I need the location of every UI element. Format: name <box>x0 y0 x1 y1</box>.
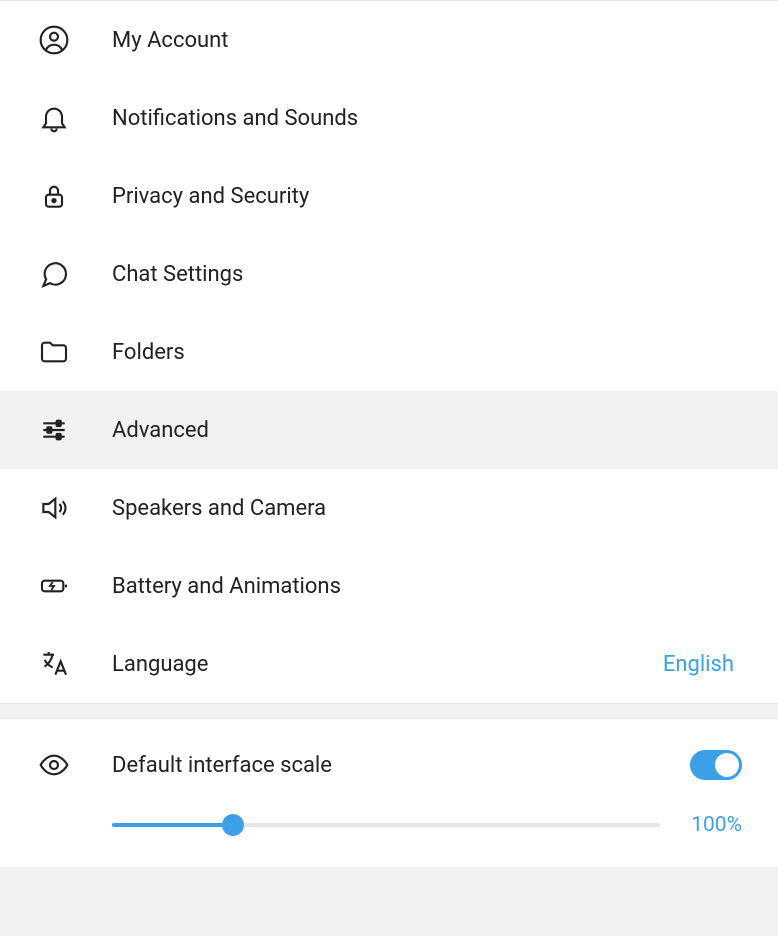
interface-scale-section: Default interface scale 100% <box>0 719 778 867</box>
speaker-icon <box>36 490 72 526</box>
item-label: Notifications and Sounds <box>112 106 742 131</box>
scale-toggle[interactable] <box>690 750 742 780</box>
settings-item-advanced[interactable]: Advanced <box>0 391 778 469</box>
eye-icon <box>36 747 72 783</box>
section-divider <box>0 703 778 719</box>
settings-item-speakers[interactable]: Speakers and Camera <box>0 469 778 547</box>
folder-icon <box>36 334 72 370</box>
account-icon <box>36 22 72 58</box>
slider-track <box>112 823 660 827</box>
scale-header-row: Default interface scale <box>36 741 742 789</box>
item-label: Advanced <box>112 418 742 443</box>
item-label: Battery and Animations <box>112 574 742 599</box>
settings-item-notifications[interactable]: Notifications and Sounds <box>0 79 778 157</box>
scale-slider-row: 100% <box>112 813 742 837</box>
language-value: English <box>663 652 734 677</box>
settings-item-battery[interactable]: Battery and Animations <box>0 547 778 625</box>
item-label: Privacy and Security <box>112 184 742 209</box>
item-label: Chat Settings <box>112 262 742 287</box>
settings-item-language[interactable]: Language English <box>0 625 778 703</box>
settings-item-privacy[interactable]: Privacy and Security <box>0 157 778 235</box>
item-label: Speakers and Camera <box>112 496 742 521</box>
battery-icon <box>36 568 72 604</box>
scale-value: 100% <box>684 813 742 837</box>
settings-item-my-account[interactable]: My Account <box>0 1 778 79</box>
settings-panel: My Account Notifications and Sounds Priv… <box>0 0 778 867</box>
item-label: Folders <box>112 340 742 365</box>
bell-icon <box>36 100 72 136</box>
settings-item-folders[interactable]: Folders <box>0 313 778 391</box>
scale-label: Default interface scale <box>112 753 690 778</box>
sliders-icon <box>36 412 72 448</box>
settings-list: My Account Notifications and Sounds Priv… <box>0 1 778 703</box>
settings-item-chat[interactable]: Chat Settings <box>0 235 778 313</box>
slider-fill <box>112 823 233 827</box>
chat-icon <box>36 256 72 292</box>
slider-thumb[interactable] <box>222 814 244 836</box>
scale-slider[interactable] <box>112 815 660 835</box>
item-label: My Account <box>112 28 742 53</box>
language-icon <box>36 646 72 682</box>
lock-icon <box>36 178 72 214</box>
item-label: Language <box>112 652 663 677</box>
